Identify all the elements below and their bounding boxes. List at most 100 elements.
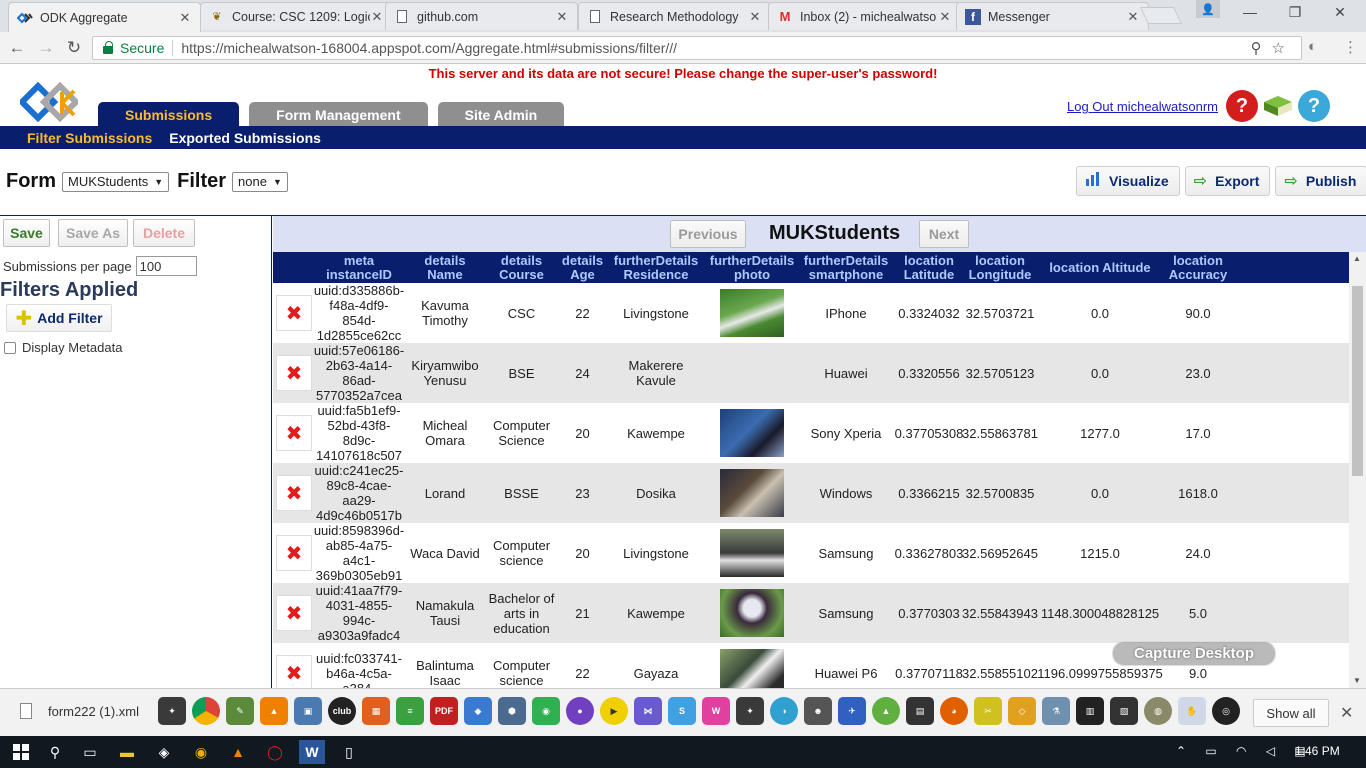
table-row[interactable]: ✖ uuid:8598396d-ab85-4a75- a4c1- 369b0305eb… [273, 523, 1349, 583]
book-icon[interactable] [1262, 90, 1294, 122]
show-all-downloads-button[interactable]: Show all [1253, 699, 1329, 727]
nexus-icon[interactable]: ✦ [736, 697, 764, 725]
delete-row-icon[interactable]: ✖ [276, 595, 312, 631]
column-header[interactable]: location Latitude [894, 254, 964, 282]
column-header[interactable]: location Altitude [1036, 261, 1164, 275]
delete-row-icon[interactable]: ✖ [276, 415, 312, 451]
close-icon[interactable]: ✕ [1340, 703, 1353, 723]
globe-icon[interactable]: ◍ [1144, 697, 1172, 725]
tab-messenger[interactable]: f Messenger ✕ [956, 2, 1149, 30]
submission-photo[interactable] [720, 529, 784, 577]
app-icon[interactable]: ⬢ [498, 697, 526, 725]
scrollbar-thumb[interactable] [1352, 286, 1363, 476]
capture-desktop-overlay[interactable]: Capture Desktop [1112, 641, 1276, 666]
delete-row-icon[interactable]: ✖ [276, 655, 312, 688]
display-metadata-option[interactable]: Display Metadata [4, 340, 122, 355]
column-header[interactable]: furtherDetails smartphone [798, 254, 894, 282]
app-icon[interactable]: S [668, 697, 696, 725]
column-header[interactable]: location Longitude [964, 254, 1036, 282]
table-row[interactable]: ✖ uuid:57e06186- 2b63-4a14- 86ad- 5770352a7c… [273, 343, 1349, 403]
column-header[interactable]: meta instanceID [312, 254, 406, 282]
info-bubble-icon[interactable]: ? [1298, 90, 1330, 122]
app-icon[interactable]: ▦ [362, 697, 390, 725]
page-icon[interactable]: ▯ [336, 740, 362, 764]
app-icon[interactable]: ◇ [1008, 697, 1036, 725]
save-as-button[interactable]: Save As [58, 219, 128, 247]
close-icon[interactable]: ✕ [748, 9, 762, 25]
filter-select[interactable]: none ▼ [232, 171, 288, 192]
app-icon[interactable]: ▣ [294, 697, 322, 725]
vlc-icon[interactable]: ▲ [225, 740, 251, 764]
system-tray[interactable]: ⌃ ▭ ◠ ◁ ▤ [1176, 744, 1314, 758]
download-item[interactable]: form222 (1).xml [20, 703, 139, 719]
tab-inbox[interactable]: M Inbox (2) - michealwatso ✕ [768, 2, 961, 30]
next-button[interactable]: Next [919, 220, 969, 248]
close-icon[interactable]: ✕ [370, 9, 384, 25]
sub-exported-submissions[interactable]: Exported Submissions [169, 130, 321, 146]
firefox-icon[interactable]: ◕ [940, 697, 968, 725]
tab-github[interactable]: github.com ✕ [385, 2, 578, 30]
vertical-scrollbar[interactable]: ▲ ▼ [1349, 252, 1366, 688]
tab-submissions[interactable]: Submissions [98, 102, 240, 127]
forward-arrow-icon[interactable]: → [35, 37, 57, 59]
submission-photo[interactable] [720, 289, 784, 337]
delete-row-icon[interactable]: ✖ [276, 355, 312, 391]
file-explorer-icon[interactable]: ▬ [114, 740, 140, 764]
minimize-button[interactable]: — [1230, 4, 1270, 26]
club-icon[interactable]: club [328, 697, 356, 725]
vlc-icon[interactable]: ▲ [260, 697, 288, 725]
submission-photo[interactable] [720, 589, 784, 637]
scroll-down-icon[interactable]: ▼ [1353, 676, 1361, 685]
delete-row-icon[interactable]: ✖ [276, 475, 312, 511]
reload-icon[interactable]: ↻ [63, 37, 85, 59]
tab-course[interactable]: ❦ Course: CSC 1209: Logic ✕ [200, 2, 393, 30]
delete-button[interactable]: Delete [133, 219, 195, 247]
column-header[interactable]: details Name [406, 254, 484, 282]
close-icon[interactable]: ✕ [1126, 9, 1140, 25]
column-header[interactable]: furtherDetails photo [706, 254, 798, 282]
app-icon[interactable]: ✈ [838, 697, 866, 725]
delete-row-icon[interactable]: ✖ [276, 295, 312, 331]
windows-start-icon[interactable] [8, 740, 34, 764]
column-header[interactable]: details Course [484, 254, 559, 282]
table-row[interactable]: ✖ uuid:41aa7f79- 4031-4855- 994c-a9303a9fad… [273, 583, 1349, 643]
table-row[interactable]: ✖ uuid:c241ec25- 89c8-4cae-aa29- 4d9c46b051… [273, 463, 1349, 523]
app-icon[interactable]: ◈ [151, 740, 177, 764]
bluestacks-icon[interactable]: ≡ [396, 697, 424, 725]
tab-odk-aggregate[interactable]: ODK Aggregate ✕ [8, 2, 201, 32]
submission-photo[interactable] [720, 469, 784, 517]
form-select[interactable]: MUKStudents ▼ [62, 171, 170, 192]
close-icon[interactable]: ✕ [938, 9, 952, 25]
app-icon[interactable]: W [702, 697, 730, 725]
display-metadata-checkbox[interactable] [4, 341, 16, 354]
app-icon[interactable]: ✎ [226, 697, 254, 725]
help-icon[interactable]: ? [1226, 90, 1258, 122]
sub-filter-submissions[interactable]: Filter Submissions [27, 130, 152, 146]
submission-photo[interactable] [720, 649, 784, 688]
tab-research[interactable]: Research Methodology ✕ [578, 2, 771, 30]
word-icon[interactable]: W [299, 740, 325, 764]
app-icon[interactable]: ◑ [770, 697, 798, 725]
wifi-icon[interactable]: ◉ [532, 697, 560, 725]
app-icon[interactable]: ▥ [1076, 697, 1104, 725]
submission-photo[interactable] [720, 409, 784, 457]
play-icon[interactable]: ▶ [600, 697, 628, 725]
visualize-button[interactable]: Visualize [1076, 166, 1180, 196]
logout-link[interactable]: Log Out michealwatsonrm [1067, 99, 1218, 114]
app-icon[interactable]: ◆ [464, 697, 492, 725]
close-icon[interactable]: ✕ [555, 9, 569, 25]
app-icon[interactable]: ▧ [1110, 697, 1138, 725]
restore-button[interactable]: ❐ [1275, 4, 1315, 26]
window-close-button[interactable]: ✕ [1320, 4, 1360, 26]
column-header[interactable]: location Accuracy [1164, 254, 1232, 282]
opera-icon[interactable]: ◯ [262, 740, 288, 764]
app-icon[interactable]: ⋈ [634, 697, 662, 725]
chrome-icon[interactable]: ◉ [188, 740, 214, 764]
security-indicator[interactable]: Secure [99, 40, 164, 56]
delete-row-icon[interactable]: ✖ [276, 535, 312, 571]
chrome-icon[interactable] [192, 697, 220, 725]
search-icon[interactable]: ⚲ [42, 740, 68, 764]
back-arrow-icon[interactable]: ← [6, 37, 28, 59]
nexus-icon[interactable]: ✦ [158, 697, 186, 725]
profile-icon[interactable]: 👤 [1196, 0, 1220, 18]
